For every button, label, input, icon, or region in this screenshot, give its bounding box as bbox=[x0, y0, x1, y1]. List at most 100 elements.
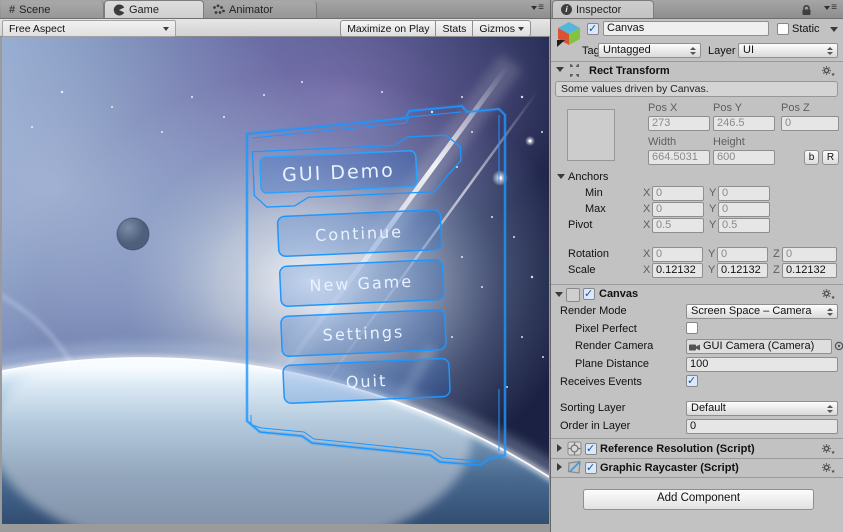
receives-events-label: Receives Events bbox=[560, 376, 642, 388]
tag-dropdown[interactable]: Untagged bbox=[598, 43, 701, 58]
scale-x-field[interactable]: 0.12132 bbox=[652, 263, 703, 278]
render-mode-label: Render Mode bbox=[560, 305, 627, 317]
lock-icon[interactable] bbox=[801, 4, 812, 16]
reference-resolution-foldout[interactable] bbox=[557, 444, 562, 452]
stats-button[interactable]: Stats bbox=[435, 20, 474, 37]
anchors-max-label: Max bbox=[585, 203, 606, 215]
chevron-down-icon bbox=[518, 26, 524, 31]
scale-label: Scale bbox=[568, 264, 596, 276]
pixel-perfect-label: Pixel Perfect bbox=[575, 323, 637, 335]
scene-grid-icon: # bbox=[9, 3, 16, 16]
graphic-raycaster-icon bbox=[567, 460, 581, 474]
axis-z-label: Z bbox=[773, 248, 780, 260]
order-in-layer-field[interactable]: 0 bbox=[686, 419, 838, 434]
layer-dropdown[interactable]: UI bbox=[738, 43, 838, 58]
inspector-pane-menu-icon[interactable]: ≡ bbox=[824, 3, 837, 13]
settings-button-label: Settings bbox=[322, 322, 404, 345]
axis-x-label: X bbox=[643, 187, 651, 199]
scale-z-field[interactable]: 0.12132 bbox=[782, 263, 837, 278]
popup-arrows-icon bbox=[827, 47, 834, 55]
pos-z-field[interactable]: 0 bbox=[781, 116, 839, 131]
rect-preview-box bbox=[567, 109, 615, 161]
height-label: Height bbox=[713, 136, 745, 148]
static-label: Static bbox=[792, 23, 820, 35]
pos-y-field[interactable]: 246.5 bbox=[713, 116, 775, 131]
pos-x-label: Pos X bbox=[648, 102, 678, 114]
height-field[interactable]: 600 bbox=[713, 150, 775, 165]
gear-icon[interactable] bbox=[821, 288, 835, 300]
anchors-label: Anchors bbox=[568, 171, 609, 183]
maximize-on-play-button[interactable]: Maximize on Play bbox=[340, 20, 437, 37]
gameobject-enabled-checkbox[interactable] bbox=[587, 22, 599, 35]
rotation-z-field[interactable]: 0 bbox=[782, 247, 837, 262]
graphic-raycaster-foldout[interactable] bbox=[557, 463, 562, 471]
game-icon bbox=[113, 3, 125, 16]
static-checkbox[interactable] bbox=[777, 23, 789, 35]
blueprint-mode-button[interactable]: b bbox=[804, 150, 819, 165]
tab-scene[interactable]: # Scene bbox=[1, 1, 104, 18]
axis-x-label: X bbox=[643, 264, 651, 276]
layer-label: Layer bbox=[708, 45, 736, 57]
rect-transform-icon bbox=[570, 64, 579, 77]
gear-icon[interactable] bbox=[821, 462, 835, 474]
tab-scene-label: Scene bbox=[19, 3, 51, 16]
axis-z-label: Z bbox=[773, 264, 780, 276]
inspector-tabstrip: i Inspector ≡ bbox=[551, 0, 843, 19]
graphic-raycaster-title: Graphic Raycaster (Script) bbox=[600, 462, 739, 474]
render-mode-dropdown[interactable]: Screen Space – Camera bbox=[686, 304, 838, 319]
sorting-layer-dropdown[interactable]: Default bbox=[686, 401, 838, 416]
gameobject-name-field[interactable]: Canvas bbox=[603, 21, 769, 36]
receives-events-checkbox[interactable] bbox=[686, 374, 698, 387]
anchor-max-y-field[interactable]: 0 bbox=[718, 202, 770, 217]
scale-y-field[interactable]: 0.12132 bbox=[717, 263, 768, 278]
raw-edit-mode-button[interactable]: R bbox=[822, 150, 839, 165]
rect-transform-foldout[interactable] bbox=[556, 67, 564, 72]
anchor-max-x-field[interactable]: 0 bbox=[652, 202, 704, 217]
game-panel: # Scene Game Animator ≡ Free Aspect Maxi… bbox=[0, 0, 551, 532]
canvas-foldout[interactable] bbox=[555, 292, 563, 297]
rect-transform-helpbox: Some values driven by Canvas. bbox=[555, 81, 838, 97]
gear-icon[interactable] bbox=[821, 65, 835, 77]
tab-game[interactable]: Game bbox=[104, 0, 204, 18]
object-picker-icon[interactable] bbox=[834, 341, 843, 351]
anchor-min-x-field[interactable]: 0 bbox=[652, 186, 704, 201]
canvas-enabled-checkbox[interactable] bbox=[583, 287, 595, 300]
game-view-toolbar: Free Aspect Maximize on Play Stats Gizmo… bbox=[0, 19, 550, 37]
anchor-min-y-field[interactable]: 0 bbox=[718, 186, 770, 201]
graphic-raycaster-enabled-checkbox[interactable] bbox=[585, 461, 597, 474]
width-field[interactable]: 664.5031 bbox=[648, 150, 710, 165]
rect-transform-title: Rect Transform bbox=[589, 65, 670, 77]
anchors-foldout[interactable] bbox=[557, 174, 565, 179]
game-pane-menu-icon[interactable]: ≡ bbox=[531, 3, 544, 13]
add-component-button[interactable]: Add Component bbox=[583, 489, 814, 510]
width-label: Width bbox=[648, 136, 677, 148]
gear-icon[interactable] bbox=[821, 443, 835, 455]
static-dropdown-icon[interactable] bbox=[830, 27, 838, 32]
render-camera-label: Render Camera bbox=[575, 340, 654, 352]
axis-x-label: X bbox=[643, 248, 651, 260]
pivot-y-field[interactable]: 0.5 bbox=[718, 218, 770, 233]
reference-resolution-icon bbox=[567, 441, 582, 456]
axis-x-label: X bbox=[643, 203, 651, 215]
pivot-x-field[interactable]: 0.5 bbox=[652, 218, 704, 233]
rect-transform-anchors-block: Anchors Min X 0 Y 0 Max X 0 Y 0 Pivot X … bbox=[551, 170, 843, 280]
rotation-label: Rotation bbox=[568, 248, 609, 260]
tab-inspector[interactable]: i Inspector bbox=[552, 0, 654, 18]
tab-animator[interactable]: Animator bbox=[204, 1, 317, 18]
gizmos-button[interactable]: Gizmos bbox=[472, 20, 531, 37]
star bbox=[528, 139, 532, 143]
small-moon bbox=[116, 217, 150, 251]
inspector-panel: i Inspector ≡ Canvas Static Tag Untagged… bbox=[551, 0, 843, 532]
animator-icon bbox=[213, 3, 225, 14]
camera-icon bbox=[689, 344, 700, 351]
gameobject-cube-icon[interactable] bbox=[555, 20, 583, 47]
pos-x-field[interactable]: 273 bbox=[648, 116, 710, 131]
render-camera-object-field[interactable]: GUI Camera (Camera) bbox=[686, 339, 832, 354]
rotation-y-field[interactable]: 0 bbox=[717, 247, 768, 262]
pixel-perfect-checkbox[interactable] bbox=[686, 322, 698, 334]
rotation-x-field[interactable]: 0 bbox=[652, 247, 703, 262]
plane-distance-label: Plane Distance bbox=[575, 358, 649, 370]
aspect-dropdown[interactable]: Free Aspect bbox=[2, 20, 176, 37]
plane-distance-field[interactable]: 100 bbox=[686, 357, 838, 372]
reference-resolution-enabled-checkbox[interactable] bbox=[585, 442, 597, 455]
